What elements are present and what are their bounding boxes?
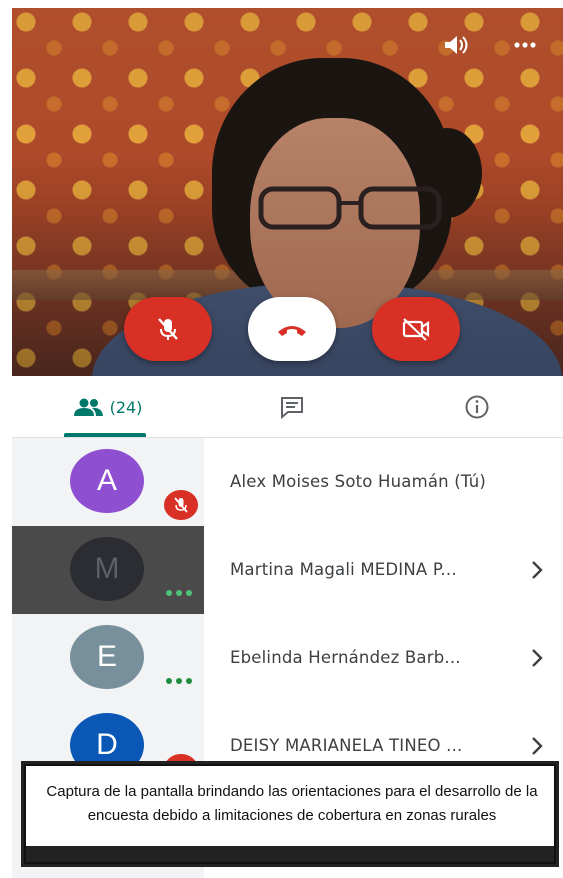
caption-bottom-bar <box>26 846 554 862</box>
participant-avatar-cell: M <box>12 526 204 614</box>
caption-box: Captura de la pantalla brindando las ori… <box>24 764 556 864</box>
participant-name: Alex Moises Soto Huamán (Tú) <box>230 472 486 491</box>
mic-off-icon <box>174 497 188 513</box>
tab-meeting-info[interactable] <box>442 376 512 438</box>
participant-row[interactable]: A Alex Moises Soto Huamán (Tú) <box>12 438 563 526</box>
muted-badge <box>164 490 198 520</box>
meeting-tabs: (24) <box>12 376 563 438</box>
avatar: E <box>70 625 144 689</box>
call-end-icon <box>278 326 306 336</box>
videocam-off-icon <box>402 318 430 341</box>
speaker-icon[interactable] <box>440 30 470 60</box>
caption-text: Captura de la pantalla brindando las ori… <box>46 783 538 824</box>
chat-icon <box>281 397 303 419</box>
chevron-right-icon[interactable] <box>530 646 544 670</box>
people-icon <box>73 398 103 416</box>
participant-name: Ebelinda Hernández Barb... <box>230 648 461 667</box>
avatar: A <box>70 449 144 513</box>
participant-name: Martina Magali MEDINA P... <box>230 560 457 579</box>
end-call-button[interactable] <box>248 297 336 361</box>
participant-avatar-cell: A <box>12 438 204 526</box>
tab-participants[interactable]: (24) <box>52 376 162 438</box>
participant-row[interactable]: M Martina Magali MEDINA P... <box>12 526 563 614</box>
mic-toggle-button[interactable] <box>124 297 212 361</box>
participant-row[interactable]: E Ebelinda Hernández Barb... <box>12 614 563 702</box>
chevron-right-icon[interactable] <box>530 558 544 582</box>
more-options-dots-icon[interactable] <box>166 590 192 596</box>
avatar: M <box>70 537 144 601</box>
mic-off-icon <box>158 318 178 340</box>
participants-count: (24) <box>109 397 143 417</box>
more-vert-icon[interactable] <box>510 30 540 60</box>
tab-chat[interactable] <box>257 376 327 438</box>
camera-toggle-button[interactable] <box>372 297 460 361</box>
video-feed <box>12 8 563 376</box>
info-icon <box>465 395 489 419</box>
chevron-right-icon[interactable] <box>530 734 544 758</box>
more-options-dots-icon[interactable] <box>166 678 192 684</box>
participant-avatar-cell: E <box>12 614 204 702</box>
glasses <box>258 186 442 230</box>
